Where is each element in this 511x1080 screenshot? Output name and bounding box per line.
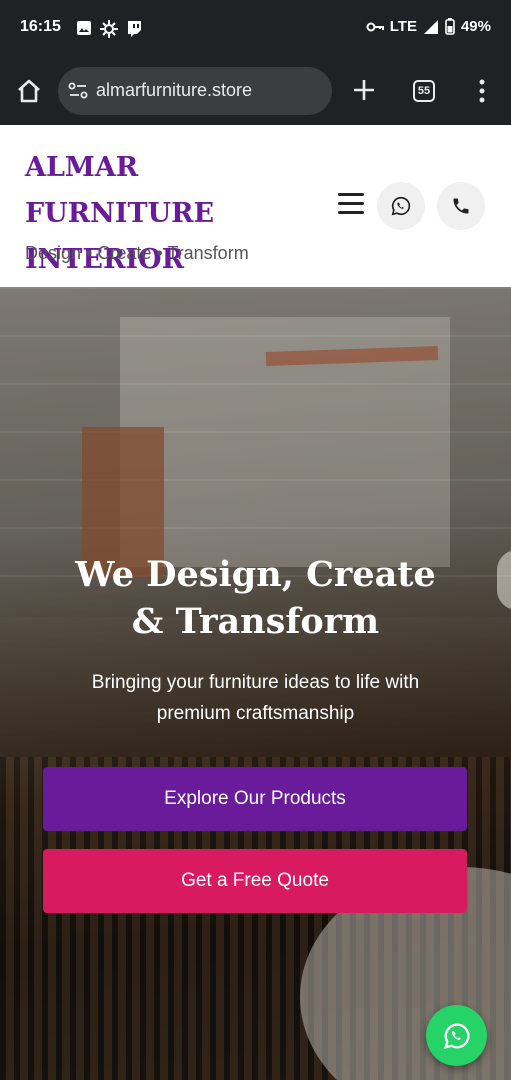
hero-content: We Design, Create & Transform Bringing y… xyxy=(0,551,511,729)
browser-toolbar: almarfurniture.store 55 xyxy=(0,58,511,125)
twitch-icon xyxy=(128,21,141,37)
phone-header-button[interactable] xyxy=(437,182,485,230)
site-settings-icon[interactable] xyxy=(68,81,88,101)
status-right: LTE 49% xyxy=(366,18,491,35)
site-header: ALMAR FURNITURE INTERIOR Design • Create… xyxy=(0,125,511,287)
vpn-key-icon xyxy=(366,22,384,31)
tagline: Design • Create • Transform xyxy=(25,243,249,263)
explore-products-button[interactable]: Explore Our Products xyxy=(43,767,467,831)
hero-subtitle: Bringing your furniture ideas to life wi… xyxy=(91,672,420,724)
settings-icon xyxy=(100,20,118,38)
url-text[interactable]: almarfurniture.store xyxy=(96,80,252,101)
whatsapp-icon xyxy=(391,196,411,216)
plus-icon[interactable] xyxy=(350,76,378,104)
battery-percent: 49% xyxy=(460,18,491,35)
notification-icons xyxy=(76,20,142,38)
whatsapp-icon xyxy=(443,1023,469,1049)
whatsapp-header-button[interactable] xyxy=(377,182,425,230)
whatsapp-float-button[interactable] xyxy=(426,1005,487,1066)
battery-icon xyxy=(445,18,455,35)
phone-icon xyxy=(453,198,469,214)
signal-icon xyxy=(423,19,438,34)
free-quote-button[interactable]: Get a Free Quote xyxy=(43,849,467,913)
network-label: LTE xyxy=(389,18,417,35)
status-bar: 16:15 LTE 49% xyxy=(0,0,511,58)
hamburger-icon[interactable] xyxy=(338,193,366,217)
home-icon[interactable] xyxy=(14,76,44,106)
hero-title: We Design, Create & Transform xyxy=(75,554,436,642)
status-time: 16:15 xyxy=(20,18,61,35)
image-icon xyxy=(77,21,91,35)
address-bar[interactable]: almarfurniture.store xyxy=(58,67,332,115)
hero-section: We Design, Create & Transform Bringing y… xyxy=(0,287,511,1080)
more-vert-icon[interactable] xyxy=(472,78,492,104)
tabs-icon[interactable]: 55 xyxy=(413,80,435,102)
